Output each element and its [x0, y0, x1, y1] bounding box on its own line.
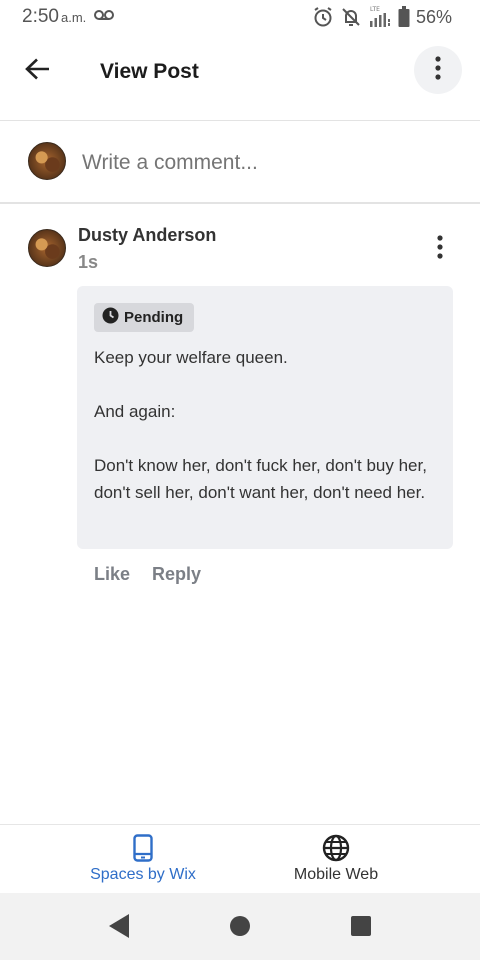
reply-button[interactable]: Reply	[152, 564, 201, 585]
nav-recents-button[interactable]	[346, 913, 376, 943]
nav-back-button[interactable]	[104, 913, 134, 943]
tab-label: Spaces by Wix	[90, 866, 196, 883]
avatar	[28, 142, 66, 180]
tab-spaces-by-wix[interactable]: Spaces by Wix	[43, 833, 243, 889]
tab-mobile-web[interactable]: Mobile Web	[236, 833, 436, 889]
lte-signal-icon: LTE	[368, 5, 392, 29]
status-badge-label: Pending	[124, 309, 184, 326]
status-bar: 2:50 a.m. LTE 56%	[0, 0, 480, 36]
more-vertical-icon	[435, 55, 441, 85]
composer-divider	[0, 202, 480, 204]
more-vertical-icon	[437, 234, 443, 264]
comment-author[interactable]: Dusty Anderson	[78, 225, 216, 246]
battery-icon	[398, 6, 410, 28]
status-time-value: 2:50	[22, 6, 59, 27]
page-title: View Post	[100, 60, 199, 83]
comment-input[interactable]	[82, 148, 442, 178]
notifications-off-icon	[340, 6, 362, 28]
comment-bubble: Pending Keep your welfare queen. And aga…	[77, 286, 453, 549]
comment-avatar[interactable]	[28, 229, 66, 267]
back-button[interactable]	[18, 54, 58, 88]
status-icons: LTE 56%	[312, 5, 452, 29]
system-nav-bar	[0, 893, 480, 960]
status-time: 2:50 a.m.	[22, 6, 86, 28]
status-ampm: a.m.	[60, 10, 87, 25]
globe-icon	[236, 833, 436, 863]
like-button[interactable]: Like	[94, 564, 130, 585]
tab-label: Mobile Web	[293, 866, 379, 883]
square-recents-icon	[350, 915, 372, 942]
status-badge: Pending	[94, 303, 195, 332]
voicemail-icon	[94, 9, 114, 28]
triangle-back-icon	[107, 913, 131, 944]
comment-paragraph: And again:	[94, 402, 176, 421]
phone-icon	[43, 833, 243, 863]
battery-percent: 56%	[415, 6, 452, 27]
comment-more-button[interactable]	[430, 232, 450, 266]
arrow-left-icon	[25, 58, 51, 85]
comment-paragraph: Keep your welfare queen.	[94, 348, 288, 367]
comment-paragraph	[94, 371, 439, 398]
clock-icon	[102, 307, 119, 329]
comment-paragraph: Don't know her, don't fuck her, don't bu…	[94, 456, 427, 502]
comment-composer	[0, 121, 480, 202]
comment-actions: Like Reply	[94, 564, 201, 585]
alarm-icon	[312, 6, 334, 28]
comment-body: Keep your welfare queen. And again: Don'…	[94, 344, 439, 506]
svg-text:LTE: LTE	[370, 6, 380, 13]
bottom-tab-bar: Spaces by Wix Mobile Web	[0, 825, 480, 893]
comment-timestamp: 1s	[78, 252, 99, 272]
circle-home-icon	[229, 915, 251, 942]
app-bar: View Post	[0, 36, 480, 120]
comment-paragraph	[94, 425, 439, 452]
more-options-button[interactable]	[414, 46, 462, 94]
nav-home-button[interactable]	[225, 913, 255, 943]
